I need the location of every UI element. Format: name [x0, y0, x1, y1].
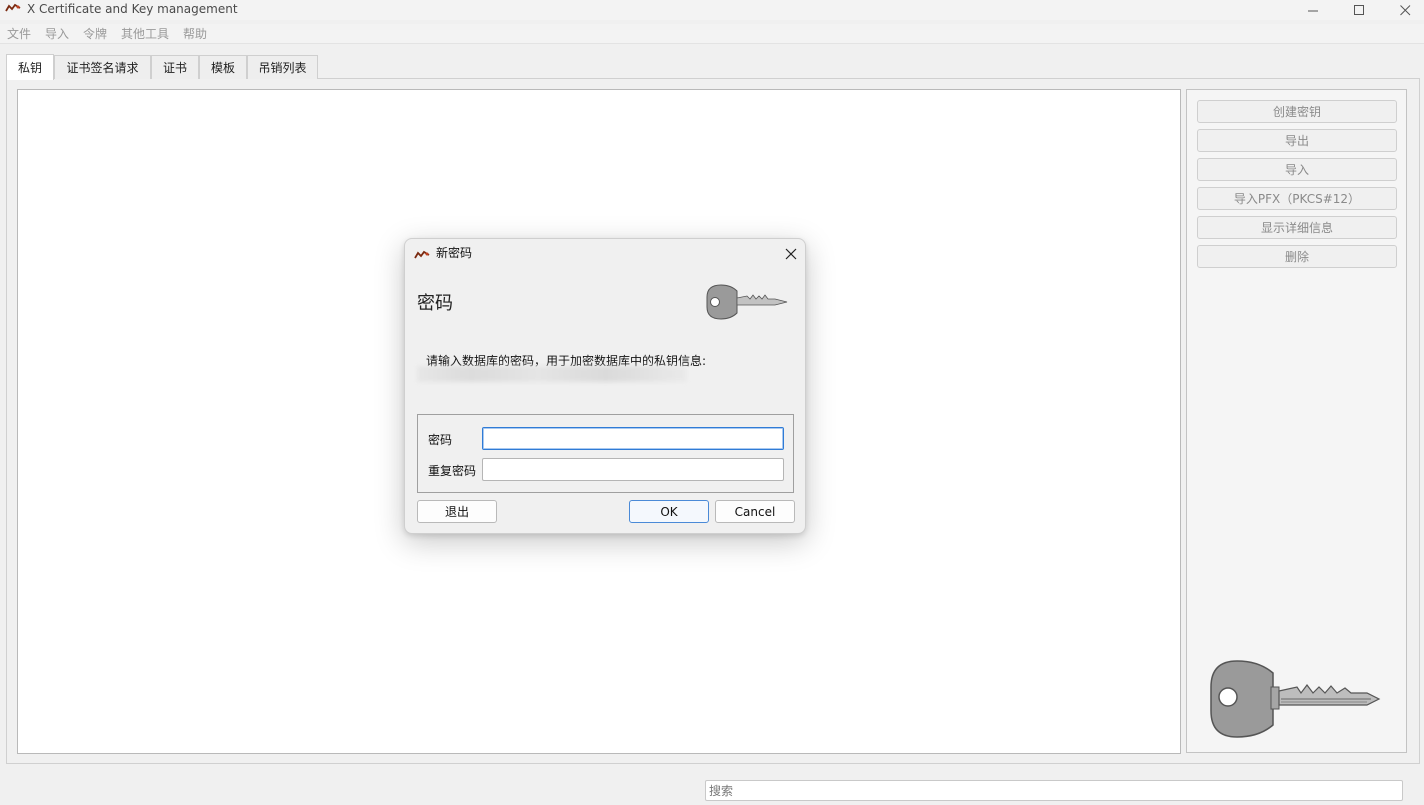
- close-window-button[interactable]: [1382, 0, 1424, 20]
- menu-token[interactable]: 令牌: [83, 26, 107, 42]
- dialog-heading: 密码: [417, 293, 453, 314]
- tab-templates[interactable]: 模板: [199, 55, 247, 79]
- menu-help[interactable]: 帮助: [183, 26, 207, 42]
- password-label: 密码: [428, 433, 453, 447]
- create-key-button[interactable]: 创建密钥: [1197, 100, 1397, 123]
- dialog-title: 新密码: [436, 246, 473, 260]
- menu-other-tools[interactable]: 其他工具: [121, 26, 169, 42]
- show-details-button[interactable]: 显示详细信息: [1197, 216, 1397, 239]
- repeat-password-label: 重复密码: [428, 464, 477, 478]
- exit-button[interactable]: 退出: [417, 500, 497, 523]
- tab-private-keys[interactable]: 私钥: [6, 54, 54, 80]
- menu-bar: 文件 导入 令牌 其他工具 帮助: [0, 24, 1424, 44]
- title-bar: X Certificate and Key management: [0, 0, 1424, 20]
- password-input[interactable]: [482, 427, 784, 450]
- app-icon: [414, 250, 430, 259]
- dialog-close-button[interactable]: [781, 245, 801, 263]
- minimize-button[interactable]: [1290, 0, 1336, 20]
- menu-import[interactable]: 导入: [45, 26, 69, 42]
- ok-button[interactable]: OK: [629, 500, 709, 523]
- repeat-password-input[interactable]: [482, 458, 784, 481]
- close-icon: [785, 248, 797, 260]
- redacted-text: [417, 366, 687, 382]
- import-pfx-button[interactable]: 导入PFX（PKCS#12）: [1197, 187, 1397, 210]
- window-title: X Certificate and Key management: [27, 2, 238, 16]
- maximize-icon: [1353, 4, 1364, 15]
- menu-file[interactable]: 文件: [7, 26, 31, 42]
- key-logo-icon: [1210, 660, 1381, 738]
- search-input[interactable]: [705, 780, 1403, 801]
- delete-button[interactable]: 删除: [1197, 245, 1397, 268]
- cancel-button[interactable]: Cancel: [715, 500, 795, 523]
- minimize-icon: [1307, 10, 1318, 11]
- password-group: 密码 重复密码: [417, 414, 794, 493]
- maximize-button[interactable]: [1336, 0, 1382, 20]
- key-icon: [706, 284, 788, 320]
- app-icon: [5, 3, 21, 12]
- tab-certificates[interactable]: 证书: [151, 55, 199, 79]
- tab-revocation-lists[interactable]: 吊销列表: [247, 55, 318, 79]
- tab-csr[interactable]: 证书签名请求: [54, 55, 151, 79]
- export-button[interactable]: 导出: [1197, 129, 1397, 152]
- import-button[interactable]: 导入: [1197, 158, 1397, 181]
- close-icon: [1399, 4, 1410, 15]
- new-password-dialog: 新密码 密码 请输入数据库的密码，用于加密数据库中的私钥信息: 密码 重复密码 …: [404, 238, 806, 534]
